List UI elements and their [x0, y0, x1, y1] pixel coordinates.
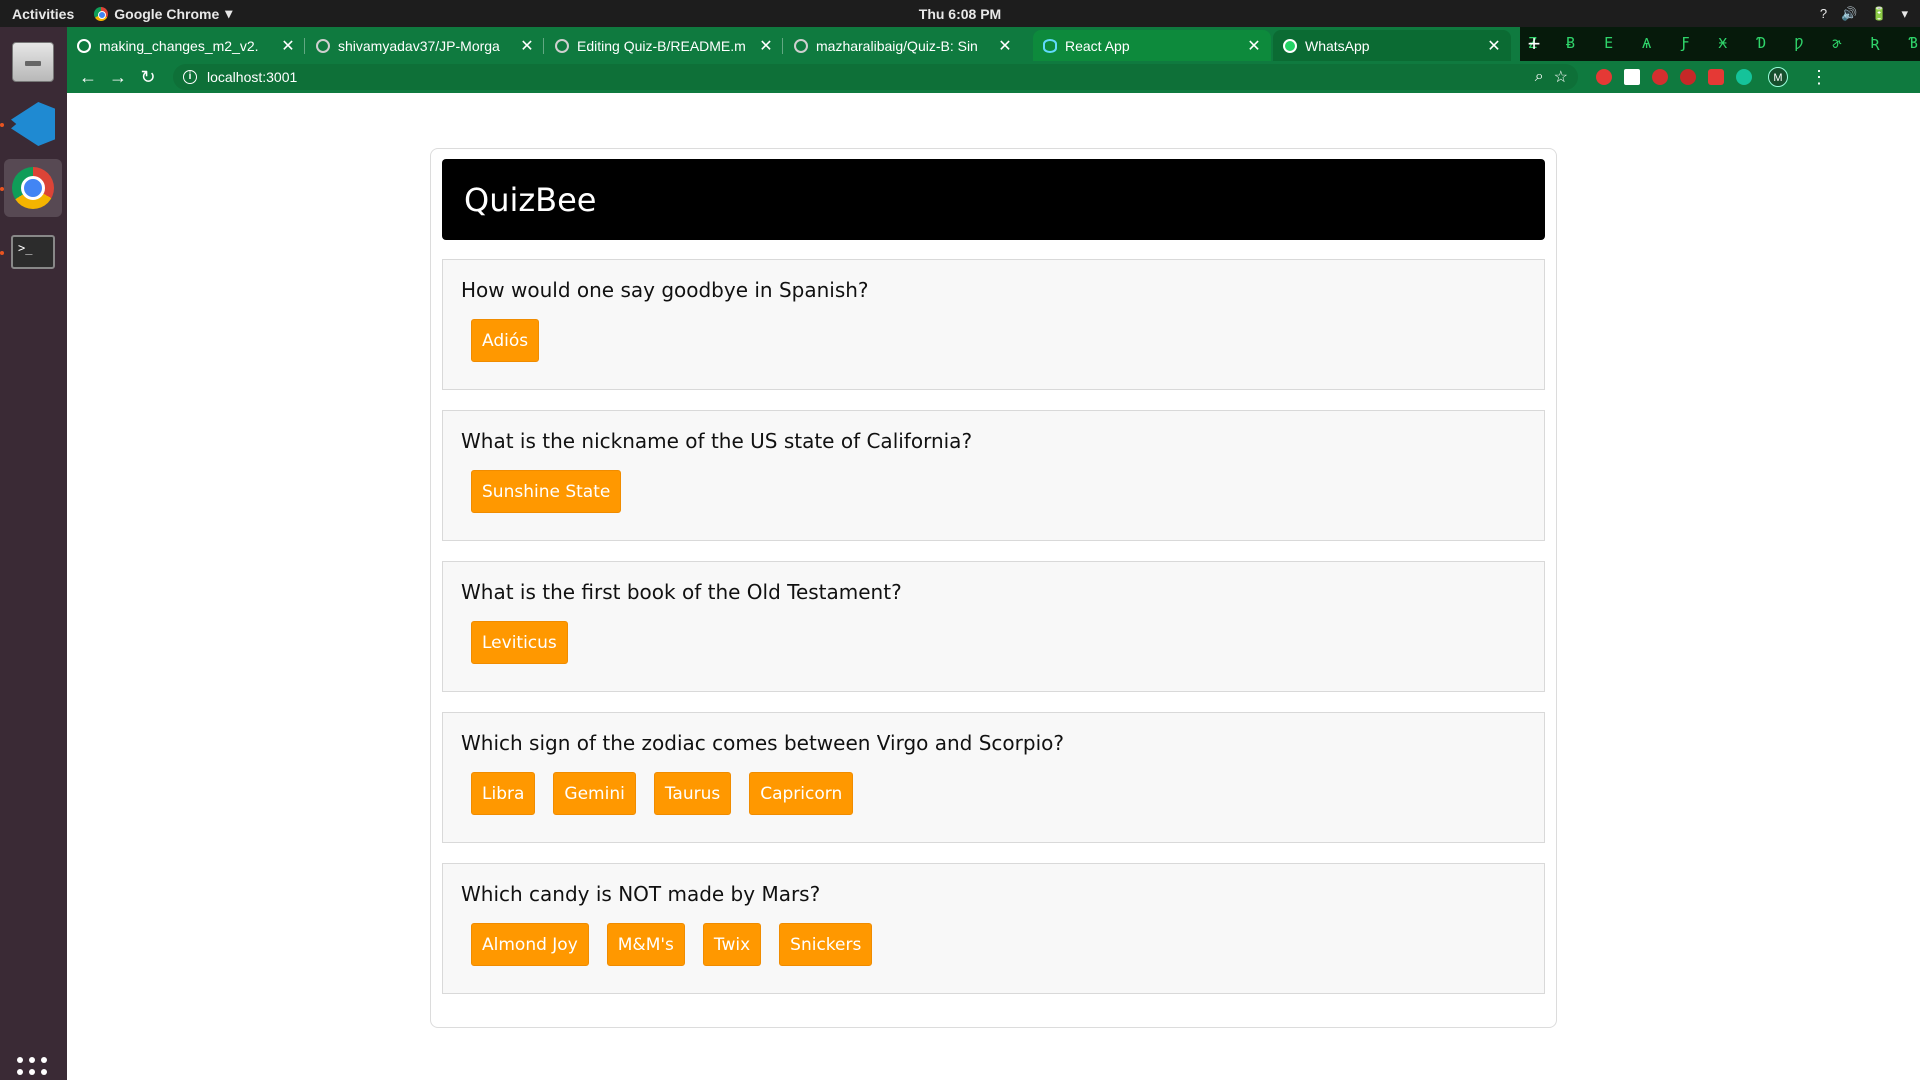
answer-button[interactable]: Libra: [471, 772, 536, 815]
github-icon: [555, 38, 569, 53]
github-icon: [794, 38, 808, 53]
question-text: What is the first book of the Old Testam…: [461, 580, 902, 604]
app-menu[interactable]: Google Chrome ▾: [94, 5, 232, 22]
answer-button[interactable]: Leviticus: [471, 621, 568, 664]
browser-toolbar: ← → ↻ i localhost:3001 ⌕ ☆ M ⋮: [67, 61, 1920, 93]
question-card: How would one say goodbye in Spanish? Ad…: [442, 259, 1545, 390]
question-card: What is the nickname of the US state of …: [442, 410, 1545, 541]
quiz-title: QuizBee: [442, 159, 1545, 240]
globe-icon: [77, 38, 91, 53]
forward-button[interactable]: →: [103, 62, 133, 92]
terminal-icon: >_: [11, 235, 55, 269]
close-icon[interactable]: ✕: [520, 36, 534, 56]
url-text[interactable]: localhost:3001: [207, 69, 1525, 85]
bookmark-star-icon[interactable]: ☆: [1554, 67, 1568, 87]
question-card: Which sign of the zodiac comes between V…: [442, 712, 1545, 843]
browser-window: Ƶ Ƀ E Ѧ Ƒ Ӿ Ɗ Ƿ ɚ Ʀ Ɓ making_changes_m2_…: [67, 27, 1920, 1080]
extension-icon[interactable]: [1708, 69, 1724, 85]
answer-button[interactable]: Taurus: [653, 772, 732, 815]
answer-list: Sunshine State: [471, 470, 622, 513]
chrome-icon: [94, 6, 109, 21]
tab-strip: Ƶ Ƀ E Ѧ Ƒ Ӿ Ɗ Ƿ ɚ Ʀ Ɓ making_changes_m2_…: [67, 27, 1920, 61]
close-icon[interactable]: ✕: [759, 36, 773, 56]
chrome-icon: [12, 167, 54, 209]
github-icon: [316, 38, 330, 53]
answer-button[interactable]: Twix: [702, 923, 762, 966]
dock: >_: [0, 27, 67, 1080]
system-top-bar: Activities Google Chrome ▾ Thu 6:08 PM ?…: [0, 0, 1920, 27]
system-menu-chevron-icon[interactable]: ▾: [1901, 6, 1908, 22]
answer-button[interactable]: M&M's: [606, 923, 685, 966]
volume-icon[interactable]: 🔊: [1841, 6, 1857, 22]
clock[interactable]: Thu 6:08 PM: [919, 6, 1001, 22]
close-icon[interactable]: ✕: [1247, 36, 1261, 56]
zoom-icon[interactable]: ⌕: [1535, 68, 1544, 86]
help-icon[interactable]: ?: [1820, 6, 1827, 22]
quiz-container: QuizBee How would one say goodbye in Spa…: [430, 148, 1557, 1028]
answer-button[interactable]: Adiós: [471, 319, 540, 362]
profile-avatar[interactable]: M: [1768, 67, 1788, 87]
info-icon[interactable]: i: [183, 70, 197, 84]
tab-title: mazharalibaig/Quiz-B: Sin: [816, 37, 978, 54]
dock-files[interactable]: [4, 33, 62, 91]
tab-jp-morgan[interactable]: shivamyadav37/JP-Morga ✕: [306, 30, 544, 61]
tab-title: shivamyadav37/JP-Morga: [338, 37, 500, 54]
page-viewport: QuizBee How would one say goodbye in Spa…: [67, 93, 1920, 1080]
answer-button[interactable]: Gemini: [553, 772, 636, 815]
reload-button[interactable]: ↻: [133, 62, 163, 92]
tab-editing-readme[interactable]: Editing Quiz-B/README.m ✕: [545, 30, 783, 61]
tab-making-changes[interactable]: making_changes_m2_v2. ✕: [67, 30, 305, 61]
tab-title: making_changes_m2_v2.: [99, 37, 259, 54]
show-applications-icon[interactable]: [17, 1057, 47, 1080]
answer-button[interactable]: Snickers: [779, 923, 873, 966]
theme-matrix-art: Ƶ Ƀ E Ѧ Ƒ Ӿ Ɗ Ƿ ɚ Ʀ Ɓ: [1520, 27, 1920, 61]
address-bar[interactable]: i localhost:3001 ⌕ ☆: [173, 64, 1578, 90]
system-tray[interactable]: ? 🔊 🔋 ▾: [1820, 6, 1908, 22]
extension-icon[interactable]: [1680, 69, 1696, 85]
vscode-icon: [11, 102, 55, 146]
tab-whatsapp[interactable]: WhatsApp ✕: [1273, 30, 1511, 61]
app-menu-label: Google Chrome: [114, 5, 220, 22]
answer-list: Adiós: [471, 319, 540, 362]
tab-react-app[interactable]: React App ✕: [1033, 30, 1271, 61]
answer-list: Leviticus: [471, 621, 568, 664]
question-text: How would one say goodbye in Spanish?: [461, 278, 869, 302]
battery-icon[interactable]: 🔋: [1871, 6, 1887, 22]
answer-list: Almond Joy M&M's Twix Snickers: [471, 923, 873, 966]
whatsapp-icon: [1283, 38, 1297, 53]
answer-button[interactable]: Sunshine State: [471, 470, 622, 513]
tab-title: React App: [1065, 37, 1130, 54]
close-icon[interactable]: ✕: [998, 36, 1012, 56]
back-button[interactable]: ←: [73, 62, 103, 92]
file-cabinet-icon: [12, 42, 54, 82]
chevron-down-icon: ▾: [225, 5, 233, 21]
extensions-area: M ⋮: [1596, 67, 1828, 88]
answer-button[interactable]: Almond Joy: [471, 923, 589, 966]
extension-icon[interactable]: [1596, 69, 1612, 85]
grammarly-icon[interactable]: [1736, 69, 1752, 85]
close-icon[interactable]: ✕: [281, 36, 295, 56]
dock-terminal[interactable]: >_: [4, 223, 62, 281]
tab-quiz-b-repo[interactable]: mazharalibaig/Quiz-B: Sin ✕: [784, 30, 1022, 61]
question-text: What is the nickname of the US state of …: [461, 429, 973, 453]
new-tab-button[interactable]: +: [1521, 32, 1547, 58]
question-text: Which candy is NOT made by Mars?: [461, 882, 821, 906]
kebab-menu-icon[interactable]: ⋮: [1810, 67, 1828, 88]
answer-list: Libra Gemini Taurus Capricorn: [471, 772, 854, 815]
activities-button[interactable]: Activities: [0, 6, 86, 22]
question-card: What is the first book of the Old Testam…: [442, 561, 1545, 692]
dock-chrome[interactable]: [4, 159, 62, 217]
close-icon[interactable]: ✕: [1487, 36, 1501, 56]
answer-button[interactable]: Capricorn: [749, 772, 854, 815]
question-text: Which sign of the zodiac comes between V…: [461, 731, 1064, 755]
extension-icon[interactable]: [1652, 69, 1668, 85]
question-card: Which candy is NOT made by Mars? Almond …: [442, 863, 1545, 994]
dock-vscode[interactable]: [4, 95, 62, 153]
react-icon: [1043, 38, 1057, 53]
mail-extension-icon[interactable]: [1624, 69, 1640, 85]
tab-title: Editing Quiz-B/README.m: [577, 37, 746, 54]
tab-title: WhatsApp: [1305, 37, 1370, 54]
